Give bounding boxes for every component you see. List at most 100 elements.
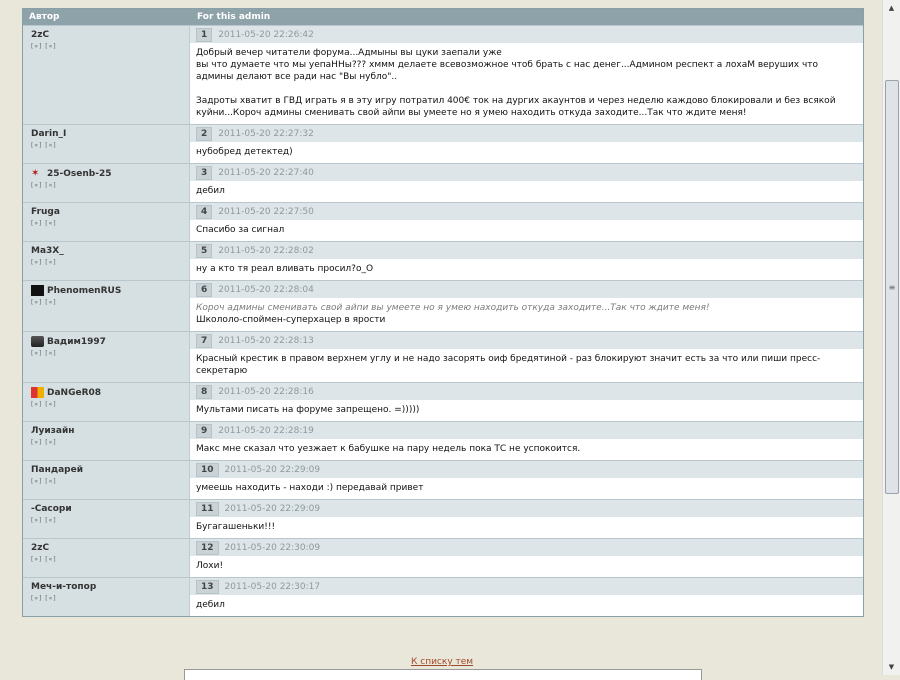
post-body: 5 2011-05-20 22:28:02 ну а кто тя реал вли…: [190, 242, 863, 280]
post-body: 10 2011-05-20 22:29:09 умеешь находить - н…: [190, 461, 863, 499]
post-author-cell: ✶ 25-Osenb-25 [»] [«]: [23, 164, 190, 202]
author-action-links[interactable]: [»] [«]: [31, 220, 189, 227]
author-name-text: Меч-и-топор: [31, 582, 97, 592]
post-body: 9 2011-05-20 22:28:19 Макс мне сказал что …: [190, 422, 863, 460]
post-message: Мультами писать на форуме запрещено. =))…: [196, 405, 420, 415]
author-action-links[interactable]: [»] [«]: [31, 43, 189, 50]
post-text: умеешь находить - находи :) передавай пр…: [190, 478, 863, 499]
post-row: Darin_I [»] [«] 2 2011-05-20 22:27:32 нубобр…: [23, 124, 863, 163]
post-meta: 6 2011-05-20 22:28:04: [190, 281, 863, 298]
author-name-text: 2zC: [31, 543, 50, 553]
post-message: Макс мне сказал что уезжает к бабушке на…: [196, 444, 581, 454]
post-text: Спасибо за сигнал: [190, 220, 863, 241]
post-message: ну а кто тя реал вливать просил?о_О: [196, 264, 374, 274]
scroll-down-button[interactable]: ▼: [883, 659, 900, 675]
post-author-cell: Меч-и-топор [»] [«]: [23, 578, 190, 616]
author-action-links[interactable]: [»] [«]: [31, 556, 189, 563]
author-name-text: Луизайн: [31, 426, 75, 436]
post-message: умеешь находить - находи :) передавай пр…: [196, 483, 424, 493]
post-number[interactable]: 7: [196, 333, 213, 348]
post-number[interactable]: 4: [196, 204, 213, 219]
post-author-cell: PhenomenRUS [»] [«]: [23, 281, 190, 331]
post-row: Пандарей [»] [«] 10 2011-05-20 22:29:09 умее…: [23, 460, 863, 499]
scroll-up-button[interactable]: ▲: [883, 0, 900, 16]
post-text: Бугагашеньки!!!: [190, 517, 863, 538]
author-name-text: Fruga: [31, 207, 60, 217]
thread-title: For this admin: [197, 12, 271, 22]
post-body: 2 2011-05-20 22:27:32 нубобред детектед): [190, 125, 863, 163]
post-row: 2zC [»] [«] 1 2011-05-20 22:26:42 Добрый веч…: [23, 25, 863, 124]
post-message: нубобред детектед): [196, 147, 293, 157]
author-name[interactable]: Ma3X_: [31, 246, 189, 256]
post-meta: 4 2011-05-20 22:27:50: [190, 203, 863, 220]
post-author-cell: 2zC [»] [«]: [23, 26, 190, 124]
post-message: Спасибо за сигнал: [196, 225, 285, 235]
post-number[interactable]: 1: [196, 27, 213, 42]
post-message: Красный крестик в правом верхнем углу и …: [196, 354, 821, 376]
post-author-cell: Darin_I [»] [«]: [23, 125, 190, 163]
post-meta: 10 2011-05-20 22:29:09: [190, 461, 863, 478]
author-name-text: Вадим1997: [47, 336, 106, 347]
author-name[interactable]: Darin_I: [31, 129, 189, 139]
vertical-scrollbar[interactable]: ▲ ≡ ▼: [882, 0, 900, 675]
flag-avatar: [31, 387, 44, 398]
author-action-links[interactable]: [»] [«]: [31, 595, 189, 602]
author-name[interactable]: Вадим1997: [31, 336, 189, 347]
author-action-links[interactable]: [»] [«]: [31, 401, 189, 408]
author-action-links[interactable]: [»] [«]: [31, 478, 189, 485]
post-body: 3 2011-05-20 22:27:40 дебил: [190, 164, 863, 202]
author-action-links[interactable]: [»] [«]: [31, 517, 189, 524]
post-number[interactable]: 8: [196, 384, 213, 399]
post-message: дебил: [196, 186, 225, 196]
back-to-topics-link[interactable]: К списку тем: [411, 657, 473, 667]
post-text: дебил: [190, 595, 863, 616]
author-action-links[interactable]: [»] [«]: [31, 182, 189, 189]
author-name[interactable]: Пандарей: [31, 465, 189, 475]
black-square-avatar: [31, 285, 44, 296]
post-number[interactable]: 13: [196, 579, 219, 594]
post-number[interactable]: 10: [196, 462, 219, 477]
author-action-links[interactable]: [»] [«]: [31, 350, 189, 357]
post-row: Луизайн [»] [«] 9 2011-05-20 22:28:19 Макс м…: [23, 421, 863, 460]
post-number[interactable]: 5: [196, 243, 213, 258]
post-number[interactable]: 12: [196, 540, 219, 555]
author-name[interactable]: Луизайн: [31, 426, 189, 436]
scroll-thumb[interactable]: ≡: [885, 80, 899, 494]
author-name[interactable]: Меч-и-топор: [31, 582, 189, 592]
table-header: Автор For this admin: [23, 9, 863, 25]
post-author-cell: Луизайн [»] [«]: [23, 422, 190, 460]
post-meta: 3 2011-05-20 22:27:40: [190, 164, 863, 181]
post-number[interactable]: 3: [196, 165, 213, 180]
author-name[interactable]: PhenomenRUS: [31, 285, 189, 296]
author-name[interactable]: -Сасори: [31, 504, 189, 514]
post-date: 2011-05-20 22:28:04: [218, 284, 314, 295]
post-author-cell: Ma3X_ [»] [«]: [23, 242, 190, 280]
author-action-links[interactable]: [»] [«]: [31, 259, 189, 266]
author-name[interactable]: Fruga: [31, 207, 189, 217]
author-action-links[interactable]: [»] [«]: [31, 439, 189, 446]
author-action-links[interactable]: [»] [«]: [31, 299, 189, 306]
post-meta: 9 2011-05-20 22:28:19: [190, 422, 863, 439]
post-text: ну а кто тя реал вливать просил?о_О: [190, 259, 863, 280]
author-action-links[interactable]: [»] [«]: [31, 142, 189, 149]
post-date: 2011-05-20 22:26:42: [218, 29, 314, 40]
author-column-header: Автор: [29, 12, 60, 22]
author-name[interactable]: ✶ 25-Osenb-25: [31, 168, 189, 179]
author-name[interactable]: 2zC: [31, 30, 189, 40]
post-date: 2011-05-20 22:28:02: [218, 245, 314, 256]
author-name[interactable]: DaNGeR08: [31, 387, 189, 398]
tank-avatar: [31, 336, 44, 347]
author-name-text: Ma3X_: [31, 246, 64, 256]
post-message: Добрый вечер читатели форума...Адмыны вы…: [196, 48, 836, 118]
post-body: 4 2011-05-20 22:27:50 Спасибо за сигнал: [190, 203, 863, 241]
post-text: Добрый вечер читатели форума...Адмыны вы…: [190, 43, 863, 124]
post-quote: Короч админы сменивать свой айпи вы умее…: [196, 303, 710, 313]
post-meta: 12 2011-05-20 22:30:09: [190, 539, 863, 556]
post-number[interactable]: 2: [196, 126, 213, 141]
post-number[interactable]: 6: [196, 282, 213, 297]
author-name[interactable]: 2zC: [31, 543, 189, 553]
post-number[interactable]: 11: [196, 501, 219, 516]
post-row: Вадим1997 [»] [«] 7 2011-05-20 22:28:13 Крас…: [23, 331, 863, 382]
post-number[interactable]: 9: [196, 423, 213, 438]
post-body: 1 2011-05-20 22:26:42 Добрый вечер читател…: [190, 26, 863, 124]
